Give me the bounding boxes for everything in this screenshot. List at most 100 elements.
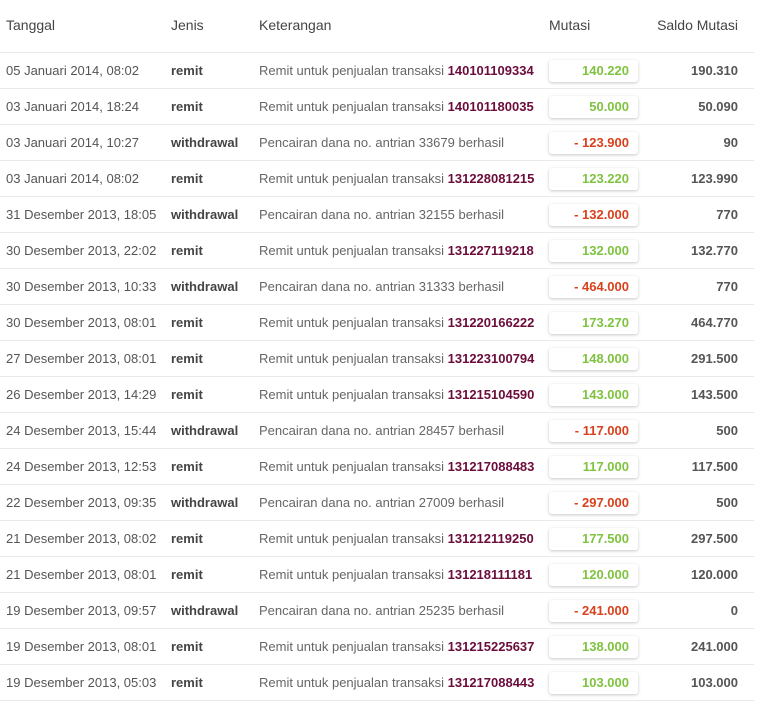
row-date: 19 Desember 2013, 09:57 xyxy=(6,603,157,618)
transaction-id-link[interactable]: 140101180035 xyxy=(448,99,534,114)
row-date: 05 Januari 2014, 08:02 xyxy=(6,63,139,78)
row-description-text: Remit untuk penjualan transaksi xyxy=(259,387,444,402)
row-date: 19 Desember 2013, 05:03 xyxy=(6,675,157,690)
row-saldo-mutasi: 297.500 xyxy=(691,531,738,546)
row-description: Remit untuk penjualan transaksi 14010110… xyxy=(259,53,534,88)
row-saldo-mutasi: 0 xyxy=(730,603,738,618)
row-mutasi-badge: - 117.000 xyxy=(549,420,638,442)
row-saldo-mutasi: 291.500 xyxy=(691,351,738,366)
row-type: withdrawal xyxy=(171,135,239,150)
row-description-text: Remit untuk penjualan transaksi xyxy=(259,99,444,114)
transaction-id-link[interactable]: 131220166222 xyxy=(448,315,535,330)
row-date: 30 Desember 2013, 08:01 xyxy=(6,315,157,330)
transaction-id-link[interactable]: 131217088483 xyxy=(448,459,535,474)
transaction-id-link[interactable]: 140101109334 xyxy=(448,63,534,78)
row-description: Remit untuk penjualan transaksi 13121708… xyxy=(259,449,534,484)
row-saldo-mutasi: 770 xyxy=(716,207,738,222)
row-saldo-mutasi: 464.770 xyxy=(691,315,738,330)
row-description-text: Remit untuk penjualan transaksi xyxy=(259,315,444,330)
row-mutasi-badge: 117.000 xyxy=(549,456,638,478)
transaction-id-link[interactable]: 131227119218 xyxy=(448,243,534,258)
row-type: remit xyxy=(171,315,203,330)
row-mutasi-badge: - 241.000 xyxy=(549,600,638,622)
row-saldo-mutasi: 143.500 xyxy=(691,387,738,402)
row-saldo-mutasi: 500 xyxy=(716,495,738,510)
table-row: 19 Desember 2013, 09:57 withdrawal Pencair… xyxy=(0,593,754,629)
row-saldo-mutasi: 241.000 xyxy=(691,639,738,654)
row-type: remit xyxy=(171,171,203,186)
row-date: 19 Desember 2013, 08:01 xyxy=(6,639,157,654)
column-header-jenis[interactable]: Jenis xyxy=(171,17,204,33)
table-body: 05 Januari 2014, 08:02 remit Remit untuk p… xyxy=(0,53,754,701)
column-header-mutasi[interactable]: Mutasi xyxy=(549,17,590,33)
table-row: 05 Januari 2014, 08:02 remit Remit untuk p… xyxy=(0,53,754,89)
row-mutasi-badge: 120.000 xyxy=(549,564,638,586)
row-mutasi-badge: - 123.900 xyxy=(549,132,638,154)
row-description-text: Remit untuk penjualan transaksi xyxy=(259,531,444,546)
column-header-tanggal[interactable]: Tanggal xyxy=(6,17,55,33)
column-header-keterangan[interactable]: Keterangan xyxy=(259,17,331,33)
row-saldo-mutasi: 120.000 xyxy=(691,567,738,582)
row-type: withdrawal xyxy=(171,603,239,618)
table-row: 30 Desember 2013, 22:02 remit Remit untuk … xyxy=(0,233,754,269)
row-saldo-mutasi: 90 xyxy=(723,135,738,150)
row-description: Remit untuk penjualan transaksi 13122016… xyxy=(259,305,534,340)
transaction-table: Tanggal Jenis Keterangan Mutasi Saldo Mu… xyxy=(0,0,754,701)
row-mutasi-badge: 143.000 xyxy=(549,384,638,406)
row-date: 24 Desember 2013, 15:44 xyxy=(6,423,157,438)
row-description-text: Remit untuk penjualan transaksi xyxy=(259,675,444,690)
transaction-id-link[interactable]: 131228081215 xyxy=(448,171,535,186)
row-description-text: Remit untuk penjualan transaksi xyxy=(259,63,444,78)
row-description-text: Pencairan dana no. antrian 32155 berhasi… xyxy=(259,207,505,222)
table-row: 21 Desember 2013, 08:02 remit Remit untuk … xyxy=(0,521,754,557)
table-row: 03 Januari 2014, 18:24 remit Remit untuk p… xyxy=(0,89,754,125)
row-description-text: Pencairan dana no. antrian 27009 berhasi… xyxy=(259,495,505,510)
column-header-saldo-mutasi[interactable]: Saldo Mutasi xyxy=(640,17,738,33)
transaction-id-link[interactable]: 131215104590 xyxy=(448,387,535,402)
row-description: Remit untuk penjualan transaksi 13122310… xyxy=(259,341,534,376)
row-description: Remit untuk penjualan transaksi 13121811… xyxy=(259,557,532,592)
row-description-text: Pencairan dana no. antrian 28457 berhasi… xyxy=(259,423,505,438)
transaction-id-link[interactable]: 131215225637 xyxy=(448,639,535,654)
table-row: 30 Desember 2013, 10:33 withdrawal Pencair… xyxy=(0,269,754,305)
row-date: 24 Desember 2013, 12:53 xyxy=(6,459,157,474)
row-mutasi-badge: 173.270 xyxy=(549,312,638,334)
row-type: withdrawal xyxy=(171,423,239,438)
row-type: remit xyxy=(171,675,203,690)
row-date: 26 Desember 2013, 14:29 xyxy=(6,387,157,402)
row-description: Pencairan dana no. antrian 28457 berhasi… xyxy=(259,413,504,448)
row-mutasi-badge: - 464.000 xyxy=(549,276,638,298)
row-mutasi-badge: 177.500 xyxy=(549,528,638,550)
table-header: Tanggal Jenis Keterangan Mutasi Saldo Mu… xyxy=(0,0,754,53)
table-row: 03 Januari 2014, 10:27 withdrawal Pencaira… xyxy=(0,125,754,161)
row-description-text: Remit untuk penjualan transaksi xyxy=(259,171,444,186)
transaction-id-link[interactable]: 131212119250 xyxy=(448,531,534,546)
transaction-id-link[interactable]: 131223100794 xyxy=(448,351,535,366)
row-type: remit xyxy=(171,63,203,78)
row-saldo-mutasi: 500 xyxy=(716,423,738,438)
row-description: Remit untuk penjualan transaksi 13121708… xyxy=(259,665,534,700)
row-type: remit xyxy=(171,531,203,546)
row-mutasi-badge: 132.000 xyxy=(549,240,638,262)
transaction-id-link[interactable]: 131217088443 xyxy=(448,675,535,690)
row-type: remit xyxy=(171,387,203,402)
row-type: withdrawal xyxy=(171,207,239,222)
row-saldo-mutasi: 103.000 xyxy=(691,675,738,690)
transaction-id-link[interactable]: 131218111181 xyxy=(448,567,533,582)
row-date: 21 Desember 2013, 08:02 xyxy=(6,531,157,546)
row-description-text: Remit untuk penjualan transaksi xyxy=(259,351,444,366)
row-date: 03 Januari 2014, 08:02 xyxy=(6,171,139,186)
row-description: Pencairan dana no. antrian 32155 berhasi… xyxy=(259,197,504,232)
table-row: 22 Desember 2013, 09:35 withdrawal Pencair… xyxy=(0,485,754,521)
table-row: 19 Desember 2013, 05:03 remit Remit untuk … xyxy=(0,665,754,701)
row-date: 03 Januari 2014, 10:27 xyxy=(6,135,139,150)
row-description: Pencairan dana no. antrian 25235 berhasi… xyxy=(259,593,504,628)
row-type: remit xyxy=(171,99,203,114)
row-date: 21 Desember 2013, 08:01 xyxy=(6,567,157,582)
row-mutasi-badge: 140.220 xyxy=(549,60,638,82)
table-row: 03 Januari 2014, 08:02 remit Remit untuk p… xyxy=(0,161,754,197)
row-mutasi-badge: 123.220 xyxy=(549,168,638,190)
row-mutasi-badge: 138.000 xyxy=(549,636,638,658)
row-mutasi-badge: 148.000 xyxy=(549,348,638,370)
row-mutasi-badge: 103.000 xyxy=(549,672,638,694)
